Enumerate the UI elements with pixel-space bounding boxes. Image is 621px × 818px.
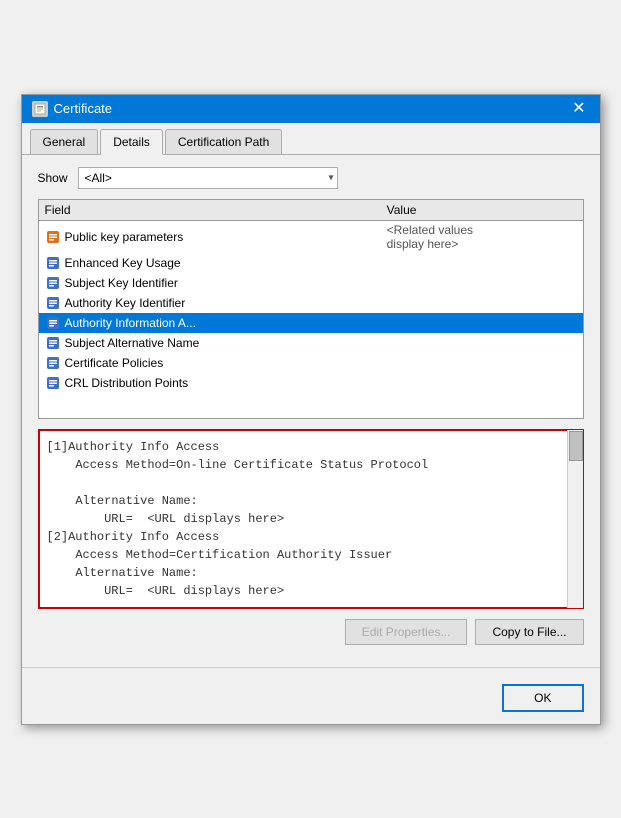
field-icon xyxy=(45,295,61,311)
field-name: Authority Key Identifier xyxy=(65,296,186,310)
field-value xyxy=(381,293,583,313)
table-row[interactable]: Subject Key Identifier xyxy=(39,273,583,293)
action-buttons-row: Edit Properties... Copy to File... xyxy=(38,619,584,645)
field-value xyxy=(381,273,583,293)
field-value xyxy=(381,313,583,333)
field-value xyxy=(381,353,583,373)
table-row[interactable]: Public key parameters <Related valuesdis… xyxy=(39,220,583,253)
show-label: Show xyxy=(38,171,68,185)
scrollbar-thumb[interactable] xyxy=(569,431,583,461)
copy-to-file-button[interactable]: Copy to File... xyxy=(475,619,583,645)
table-row[interactable]: Subject Alternative Name xyxy=(39,333,583,353)
table-row[interactable]: CRL Distribution Points xyxy=(39,373,583,393)
field-icon xyxy=(45,315,61,331)
table-row[interactable]: Enhanced Key Usage xyxy=(39,253,583,273)
tab-certpath[interactable]: Certification Path xyxy=(165,129,282,154)
show-select[interactable]: <All> xyxy=(78,167,338,189)
divider xyxy=(22,667,600,668)
value-content: [1]Authority Info Access Access Method=O… xyxy=(47,438,575,600)
field-value xyxy=(381,253,583,273)
show-row: Show <All> ▾ xyxy=(38,167,584,189)
close-button[interactable]: ✕ xyxy=(568,101,589,117)
tab-bar: General Details Certification Path xyxy=(22,123,600,155)
field-name: Subject Alternative Name xyxy=(65,336,200,350)
title-bar: Certificate ✕ xyxy=(22,95,600,123)
tab-content: Show <All> ▾ Field Value xyxy=(22,155,600,667)
field-icon xyxy=(45,335,61,351)
certificate-dialog: Certificate ✕ General Details Certificat… xyxy=(21,94,601,725)
field-value: <Related valuesdisplay here> xyxy=(381,220,583,253)
field-name: Public key parameters xyxy=(65,230,184,244)
field-icon xyxy=(45,375,61,391)
title-bar-left: Certificate xyxy=(32,101,113,117)
field-icon xyxy=(45,275,61,291)
field-name: Certificate Policies xyxy=(65,356,164,370)
table-row[interactable]: Certificate Policies xyxy=(39,353,583,373)
col-field-header: Field xyxy=(39,200,381,221)
edit-properties-button[interactable]: Edit Properties... xyxy=(345,619,468,645)
field-icon xyxy=(45,229,61,245)
tab-general[interactable]: General xyxy=(30,129,99,154)
value-display-panel: [1]Authority Info Access Access Method=O… xyxy=(38,429,584,609)
dialog-title: Certificate xyxy=(54,101,113,116)
field-table: Field Value Public key parameters <Relat… xyxy=(39,200,583,393)
field-name: Authority Information A... xyxy=(65,316,196,330)
field-name: Subject Key Identifier xyxy=(65,276,178,290)
field-value xyxy=(381,333,583,353)
field-name: CRL Distribution Points xyxy=(65,376,189,390)
field-table-container[interactable]: Field Value Public key parameters <Relat… xyxy=(38,199,584,419)
ok-button[interactable]: OK xyxy=(502,684,583,712)
field-icon xyxy=(45,255,61,271)
field-value xyxy=(381,373,583,393)
field-name: Enhanced Key Usage xyxy=(65,256,181,270)
field-icon xyxy=(45,355,61,371)
col-value-header: Value xyxy=(381,200,583,221)
scrollbar-track[interactable] xyxy=(567,430,583,608)
table-row[interactable]: Authority Information A... xyxy=(39,313,583,333)
tab-details[interactable]: Details xyxy=(100,129,163,155)
show-select-wrapper[interactable]: <All> ▾ xyxy=(78,167,338,189)
dialog-icon xyxy=(32,101,48,117)
ok-row: OK xyxy=(22,676,600,724)
table-row[interactable]: Authority Key Identifier xyxy=(39,293,583,313)
